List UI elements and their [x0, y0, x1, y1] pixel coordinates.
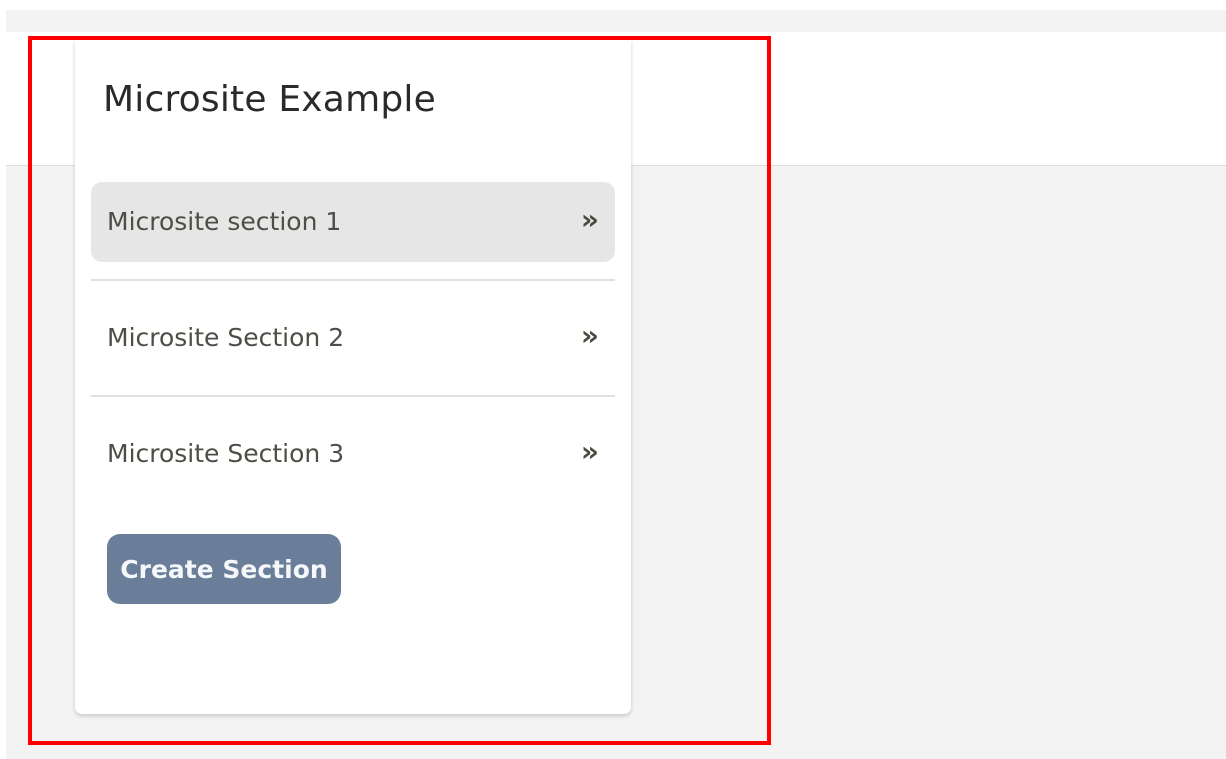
create-section-button[interactable]: Create Section: [107, 534, 341, 604]
page-background: Microsite Example Microsite section 1 » …: [6, 10, 1226, 759]
section-item-2[interactable]: Microsite Section 2 »: [91, 298, 615, 378]
section-item-3[interactable]: Microsite Section 3 »: [91, 414, 615, 494]
section-item-label: Microsite Section 2: [107, 323, 345, 352]
section-list: Microsite section 1 » Microsite Section …: [91, 182, 615, 494]
section-item-label: Microsite section 1: [107, 207, 342, 236]
divider: [91, 395, 615, 397]
divider: [91, 279, 615, 281]
card-title: Microsite Example: [103, 79, 436, 120]
microsite-card: Microsite Example Microsite section 1 » …: [75, 40, 631, 714]
double-chevron-right-icon: »: [580, 319, 599, 352]
section-item-1[interactable]: Microsite section 1 »: [91, 182, 615, 262]
double-chevron-right-icon: »: [580, 203, 599, 236]
double-chevron-right-icon: »: [580, 435, 599, 468]
section-item-label: Microsite Section 3: [107, 439, 345, 468]
